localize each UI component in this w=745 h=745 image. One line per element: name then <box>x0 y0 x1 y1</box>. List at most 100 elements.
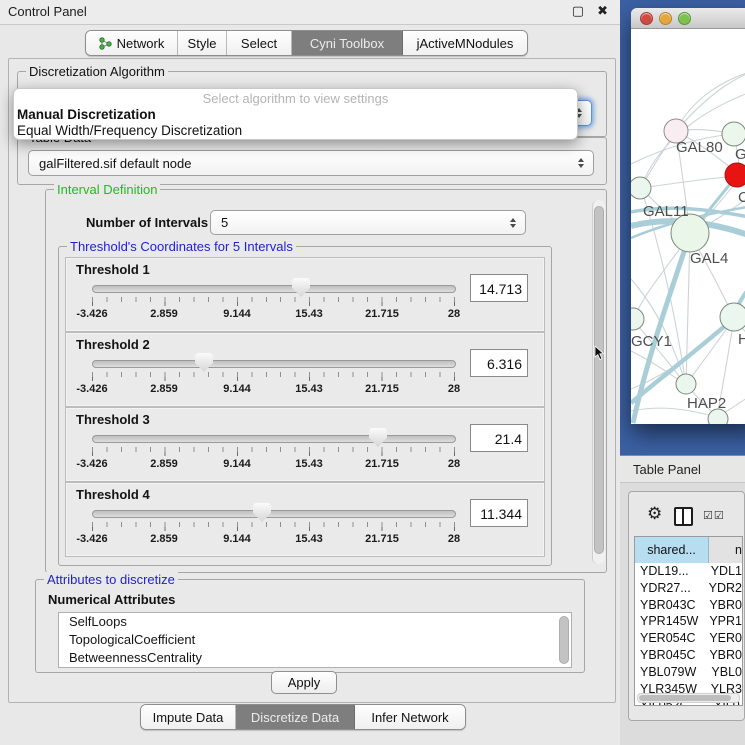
threshold-1-slider-thumb[interactable] <box>292 278 310 297</box>
cell-name[interactable]: YPR1 <box>707 613 742 630</box>
node-label: C <box>738 189 745 206</box>
cell-name[interactable]: YER0 <box>707 630 742 647</box>
tab-impute-data[interactable]: Impute Data <box>141 705 236 729</box>
algorithm-dropdown-popup: Select algorithm to view settings Manual… <box>13 88 578 140</box>
threshold-1-box: Threshold 1 -3.426 2.859 9.144 15.43 21.… <box>65 257 545 332</box>
column-header-shared-name[interactable]: shared... <box>635 537 709 563</box>
network-canvas[interactable]: GAL80 GA C GAL11 GAL4 GCY1 H HAP2 <box>631 29 745 424</box>
cell-shared-name[interactable]: YBR045C <box>635 647 707 664</box>
network-window-titlebar[interactable] <box>631 8 745 29</box>
cell-name[interactable]: YDR2 <box>707 580 742 597</box>
threshold-3-box: Threshold 3 -3.426 2.859 9.144 15.43 21.… <box>65 407 545 482</box>
tab-select[interactable]: Select <box>227 31 292 55</box>
network-node[interactable] <box>676 374 696 394</box>
tab-infer-network[interactable]: Infer Network <box>355 705 465 729</box>
threshold-1-slider-track[interactable] <box>92 285 456 293</box>
tab-impute-data-label: Impute Data <box>153 710 224 725</box>
threshold-2-slider-track[interactable] <box>92 360 456 368</box>
nodes-layer <box>631 119 745 424</box>
list-item[interactable]: TopologicalCoefficient <box>59 631 571 649</box>
interval-definition-group-label: Interval Definition <box>54 182 160 197</box>
tab-jactivemnodules[interactable]: jActiveMNodules <box>403 31 527 55</box>
network-node[interactable] <box>720 303 745 331</box>
tick-label: -3.426 <box>62 458 122 470</box>
split-columns-icon[interactable] <box>674 507 693 526</box>
tab-style[interactable]: Style <box>178 31 227 55</box>
table-data-combobox[interactable]: galFiltered.sif default node <box>28 150 594 176</box>
table-horizontal-scrollbar-thumb[interactable] <box>639 695 731 701</box>
node-label: GCY1 <box>631 333 672 350</box>
gear-icon[interactable]: ⚙ <box>647 504 662 524</box>
network-icon <box>99 37 112 50</box>
tab-network[interactable]: Network <box>86 31 178 55</box>
threshold-3-slider-track[interactable] <box>92 435 456 443</box>
cell-name[interactable]: YDL1 <box>709 563 742 580</box>
mouse-cursor <box>594 346 606 361</box>
top-tab-bar: Network Style Select Cyni Toolbox jActiv… <box>85 30 528 56</box>
numerical-attributes-list[interactable]: SelfLoops TopologicalCoefficient Between… <box>58 612 572 668</box>
tick-label: -3.426 <box>62 383 122 395</box>
network-node[interactable] <box>722 122 745 146</box>
slider-minor-ticks <box>92 297 456 302</box>
list-item[interactable]: BetweennessCentrality <box>59 649 571 667</box>
threshold-2-value-field[interactable]: 6.316 <box>470 349 528 377</box>
tick-label: 15.43 <box>279 308 339 320</box>
tab-cyni-toolbox[interactable]: Cyni Toolbox <box>292 31 403 55</box>
dropdown-option-manual[interactable]: Manual Discretization <box>14 107 577 123</box>
tick-label: 9.144 <box>207 458 267 470</box>
table-row[interactable]: YBL079W YBL0 <box>635 664 742 681</box>
tab-style-label: Style <box>188 36 217 51</box>
cell-name[interactable]: YBR0 <box>707 597 742 614</box>
tick-label: 2.859 <box>134 308 194 320</box>
threshold-3-label: Threshold 3 <box>76 412 150 427</box>
table-row[interactable]: YBR045C YBR0 <box>635 647 742 664</box>
table-row[interactable]: YDR27... YDR2 <box>635 580 742 597</box>
threshold-4-value-field[interactable]: 11.344 <box>470 499 528 527</box>
number-of-intervals-combobox[interactable]: 5 <box>210 210 526 235</box>
tick-label: 21.715 <box>352 458 412 470</box>
column-header-name[interactable]: n <box>709 537 742 563</box>
select-columns-checkboxes-icon[interactable]: ☑☑ <box>703 509 725 522</box>
cell-shared-name[interactable]: YBL079W <box>635 664 709 681</box>
network-node[interactable] <box>631 308 644 330</box>
zoom-traffic-light-icon[interactable] <box>678 12 691 25</box>
minimize-traffic-light-icon[interactable] <box>659 12 672 25</box>
cell-shared-name[interactable]: YPR145W <box>635 613 707 630</box>
apply-button[interactable]: Apply <box>271 671 337 694</box>
dropdown-prompt: Select algorithm to view settings <box>14 91 577 107</box>
close-traffic-light-icon[interactable] <box>640 12 653 25</box>
combo-arrows-icon <box>510 218 516 228</box>
threshold-4-slider-thumb[interactable] <box>253 503 271 522</box>
threshold-2-slider-thumb[interactable] <box>195 353 213 372</box>
cell-name[interactable]: YBR0 <box>707 647 742 664</box>
threshold-3-slider-thumb[interactable] <box>369 428 387 447</box>
tab-discretize-data[interactable]: Discretize Data <box>236 705 355 729</box>
table-row[interactable]: YPR145W YPR1 <box>635 613 742 630</box>
tick-label: 15.43 <box>279 533 339 545</box>
list-scrollbar-thumb[interactable] <box>559 616 569 664</box>
table-row[interactable]: YBR043C YBR0 <box>635 597 742 614</box>
tick-label: 21.715 <box>352 383 412 395</box>
table-horizontal-scrollbar[interactable] <box>637 693 740 703</box>
cell-name[interactable]: YBL0 <box>709 664 742 681</box>
thresholds-group: Threshold's Coordinates for 5 Intervals … <box>58 246 552 566</box>
table-row[interactable]: YDL19... YDL1 <box>635 563 742 580</box>
dropdown-option-equal-width[interactable]: Equal Width/Frequency Discretization <box>14 123 577 139</box>
threshold-1-value-field[interactable]: 14.713 <box>470 274 528 302</box>
close-panel-icon[interactable]: ✖ <box>597 3 608 19</box>
cell-shared-name[interactable]: YBR043C <box>635 597 707 614</box>
network-node-selected[interactable] <box>725 163 745 187</box>
network-node[interactable] <box>631 177 651 199</box>
tab-discretize-data-label: Discretize Data <box>251 710 339 725</box>
table-row[interactable]: YER054C YER0 <box>635 630 742 647</box>
float-window-icon[interactable]: ▢ <box>572 3 584 19</box>
cell-shared-name[interactable]: YDR27... <box>635 580 707 597</box>
threshold-4-slider-track[interactable] <box>92 510 456 518</box>
table-panel-title: Table Panel <box>633 462 701 477</box>
threshold-3-value-field[interactable]: 21.4 <box>470 424 528 452</box>
list-item[interactable]: SelfLoops <box>59 613 571 631</box>
cell-shared-name[interactable]: YER054C <box>635 630 707 647</box>
cell-shared-name[interactable]: YDL19... <box>635 563 709 580</box>
interval-scrollbar-thumb[interactable] <box>594 206 604 554</box>
interval-scrollbar[interactable] <box>592 200 605 564</box>
